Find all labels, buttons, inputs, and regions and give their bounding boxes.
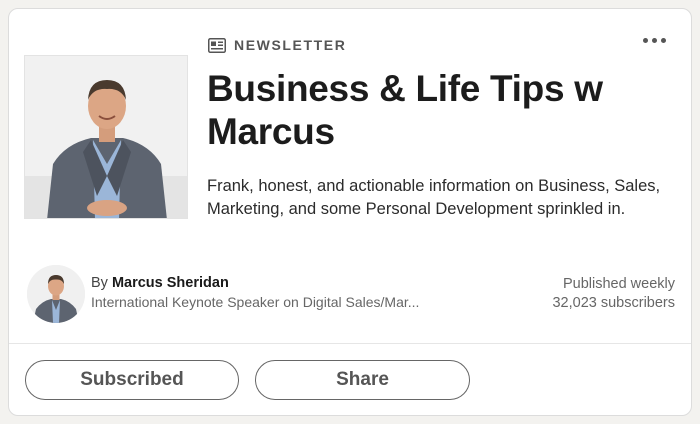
newsletter-card: NEWSLETTER Business & Life Tips w Marcus… xyxy=(8,8,692,416)
author-name-link[interactable]: Marcus Sheridan xyxy=(112,275,229,291)
author-avatar[interactable] xyxy=(27,265,85,323)
person-avatar-icon xyxy=(27,265,85,323)
newsletter-meta: Published weekly 32,023 subscribers xyxy=(552,275,675,313)
newsletter-description: Frank, honest, and actionable informatio… xyxy=(207,177,661,218)
newsletter-type-row: NEWSLETTER xyxy=(208,37,346,53)
share-button[interactable]: Share xyxy=(255,360,470,400)
more-options-button[interactable] xyxy=(639,29,669,51)
more-horizontal-icon-dot xyxy=(651,37,657,43)
more-horizontal-icon-dot xyxy=(660,37,666,43)
card-divider xyxy=(9,343,691,344)
newsletter-cover-image[interactable] xyxy=(24,55,188,219)
newsletter-title[interactable]: Business & Life Tips w Marcus xyxy=(207,67,667,153)
subscribed-button[interactable]: Subscribed xyxy=(25,360,239,400)
subscriber-count: 32,023 subscribers xyxy=(552,295,675,311)
author-headline: International Keynote Speaker on Digital… xyxy=(91,294,420,310)
newsletter-type-label: NEWSLETTER xyxy=(234,37,347,53)
author-by-prefix: By xyxy=(91,275,108,291)
more-horizontal-icon xyxy=(642,37,648,43)
person-photo-icon xyxy=(25,56,187,218)
publish-frequency: Published weekly xyxy=(562,276,675,292)
newsletter-icon xyxy=(208,37,226,53)
author-byline: By Marcus Sheridan xyxy=(91,275,229,291)
